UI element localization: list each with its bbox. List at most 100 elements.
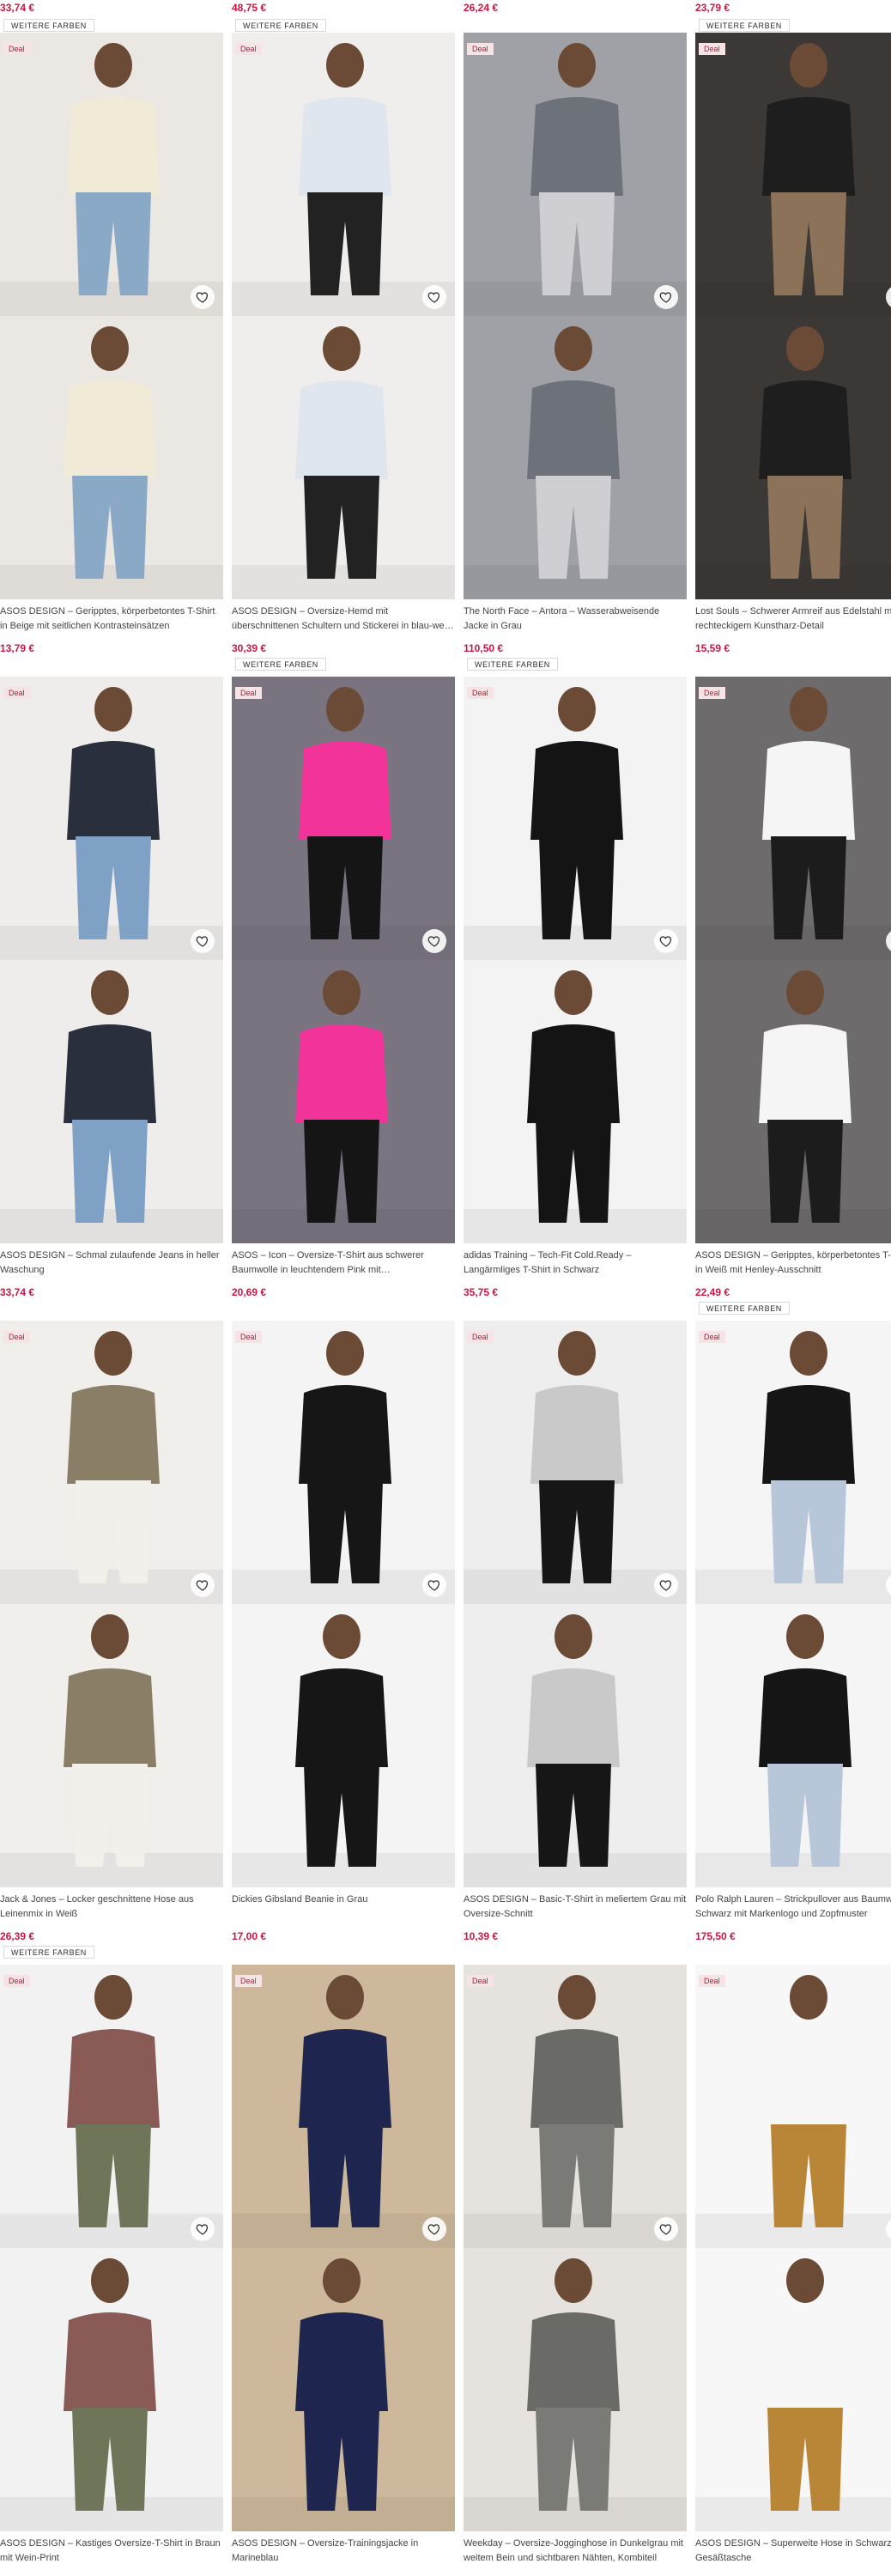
save-for-later-button[interactable]	[422, 1573, 446, 1597]
save-for-later-button[interactable]	[654, 929, 678, 953]
product-title[interactable]: ASOS DESIGN – Oversize-Trainingsjacke in…	[232, 2537, 455, 2566]
save-for-later-button[interactable]	[191, 929, 215, 953]
product-image[interactable]	[0, 1965, 223, 2248]
product-price: 33,74 €	[0, 2, 35, 14]
deal-badge: Deal	[235, 687, 262, 699]
heart-icon	[196, 292, 209, 303]
save-for-later-button[interactable]	[422, 285, 446, 309]
deal-badge: Deal	[467, 1975, 494, 1987]
heart-icon	[196, 1580, 209, 1591]
product-title[interactable]: The North Face – Antora – Wasserabweisen…	[464, 605, 687, 634]
product-image[interactable]	[0, 1321, 223, 1604]
product-card[interactable]: Deal ASOS DESIGN – Geripptes, körperbeton…	[695, 677, 891, 1321]
product-title[interactable]: adidas Training – Tech-Fit Cold.Ready – …	[464, 1249, 687, 1278]
product-card[interactable]: Deal ASOS DESIGN – Oversize-Hemd mit über…	[232, 33, 455, 677]
product-image-alt[interactable]	[464, 1604, 687, 1887]
product-card[interactable]: Deal Jack & Jones – Locker geschnittene H…	[0, 1321, 223, 1965]
product-image-alt[interactable]	[464, 960, 687, 1243]
product-image[interactable]	[0, 33, 223, 316]
product-image-alt[interactable]	[232, 2248, 455, 2531]
product-image-alt[interactable]	[0, 316, 223, 599]
product-title[interactable]: Lost Souls – Schwerer Armreif aus Edelst…	[695, 605, 891, 634]
product-card[interactable]: Deal ASOS DESIGN – Geripptes, körperbeton…	[0, 33, 223, 677]
product-image[interactable]	[695, 1965, 891, 2248]
product-title[interactable]: ASOS DESIGN – Superweite Hose in Schwarz…	[695, 2537, 891, 2566]
product-image-alt[interactable]	[695, 2248, 891, 2531]
product-price: 26,39 €	[0, 1930, 35, 1942]
save-for-later-button[interactable]	[654, 285, 678, 309]
product-price: 15,59 €	[695, 642, 730, 654]
product-image-alt[interactable]	[232, 1604, 455, 1887]
product-card[interactable]: Deal ASOS – Icon – Oversize-T-Shirt aus s…	[232, 677, 455, 1321]
product-price: 33,74 €	[0, 1286, 35, 1298]
product-image-alt[interactable]	[232, 960, 455, 1243]
save-for-later-button[interactable]	[422, 929, 446, 953]
product-image-alt[interactable]	[232, 316, 455, 599]
product-card[interactable]: Deal The North Face – Antora – Wasserabwe…	[464, 33, 687, 677]
product-title[interactable]: ASOS – Icon – Oversize-T-Shirt aus schwe…	[232, 1249, 455, 1278]
product-image[interactable]	[232, 677, 455, 960]
product-image[interactable]	[464, 33, 687, 316]
save-for-later-button[interactable]	[654, 1573, 678, 1597]
product-image[interactable]	[232, 1965, 455, 2248]
more-colors-tag: WEITERE FARBEN	[699, 1302, 790, 1315]
top-row: 33,74 € WEITERE FARBEN 48,75 € WEITERE F…	[0, 0, 891, 33]
product-image[interactable]	[695, 1321, 891, 1604]
product-title[interactable]: ASOS DESIGN – Geripptes, körperbetontes …	[695, 1249, 891, 1278]
product-image[interactable]	[232, 1321, 455, 1604]
product-image-alt[interactable]	[464, 316, 687, 599]
product-grid: 33,74 € WEITERE FARBEN 48,75 € WEITERE F…	[0, 0, 891, 2576]
save-for-later-button[interactable]	[191, 2217, 215, 2241]
product-title[interactable]: ASOS DESIGN – Oversize-Hemd mit überschn…	[232, 605, 455, 634]
more-colors-tag: WEITERE FARBEN	[3, 19, 94, 32]
product-price: 20,69 €	[232, 1286, 267, 1298]
product-image[interactable]	[695, 677, 891, 960]
product-card[interactable]: Deal ASOS DESIGN – Kastiges Oversize-T-Sh…	[0, 1965, 223, 2576]
product-card[interactable]: Deal Dickies Gibsland Beanie in Grau 17,00…	[232, 1321, 455, 1965]
save-for-later-button[interactable]	[191, 285, 215, 309]
save-for-later-button[interactable]	[422, 2217, 446, 2241]
heart-icon	[659, 292, 672, 303]
product-card[interactable]: Deal adidas Training – Tech-Fit Cold.Read…	[464, 677, 687, 1321]
product-title[interactable]: Jack & Jones – Locker geschnittene Hose …	[0, 1893, 223, 1922]
product-card[interactable]: Deal ASOS DESIGN – Basic-T-Shirt in melie…	[464, 1321, 687, 1965]
product-price: 26,24 €	[464, 2, 499, 14]
product-price: 17,00 €	[232, 1930, 267, 1942]
deal-badge: Deal	[467, 43, 494, 55]
deal-badge: Deal	[3, 1975, 30, 1987]
product-image[interactable]	[464, 1321, 687, 1604]
product-card[interactable]: Deal ASOS DESIGN – Superweite Hose in Sch…	[695, 1965, 891, 2576]
product-title[interactable]: ASOS DESIGN – Geripptes, körperbetontes …	[0, 605, 223, 634]
heart-icon	[427, 2224, 440, 2235]
product-card[interactable]: Deal Polo Ralph Lauren – Strickpullover a…	[695, 1321, 891, 1965]
product-price: 175,50 €	[695, 1930, 736, 1942]
more-colors-tag: WEITERE FARBEN	[3, 1946, 94, 1959]
product-image-alt[interactable]	[464, 2248, 687, 2531]
save-for-later-button[interactable]	[654, 2217, 678, 2241]
product-title[interactable]: ASOS DESIGN – Basic-T-Shirt in meliertem…	[464, 1893, 687, 1922]
product-image[interactable]	[0, 677, 223, 960]
save-for-later-button[interactable]	[191, 1573, 215, 1597]
product-image-alt[interactable]	[0, 1604, 223, 1887]
product-image[interactable]	[695, 33, 891, 316]
product-price: 30,39 €	[232, 642, 267, 654]
product-card[interactable]: Deal ASOS DESIGN – Schmal zulaufende Jean…	[0, 677, 223, 1321]
product-title[interactable]: ASOS DESIGN – Kastiges Oversize-T-Shirt …	[0, 2537, 223, 2566]
product-image-alt[interactable]	[0, 2248, 223, 2531]
product-card[interactable]: Deal Lost Souls – Schwerer Armreif aus Ed…	[695, 33, 891, 677]
product-card[interactable]: Deal ASOS DESIGN – Oversize-Trainingsjack…	[232, 1965, 455, 2576]
product-image[interactable]	[232, 33, 455, 316]
product-card[interactable]: Deal Weekday – Oversize-Jogginghose in Du…	[464, 1965, 687, 2576]
product-title[interactable]: Polo Ralph Lauren – Strickpullover aus B…	[695, 1893, 891, 1922]
heart-icon	[427, 1580, 440, 1591]
product-image[interactable]	[464, 1965, 687, 2248]
product-image-alt[interactable]	[0, 960, 223, 1243]
product-image-alt[interactable]	[695, 960, 891, 1243]
product-image-alt[interactable]	[695, 1604, 891, 1887]
product-image[interactable]	[464, 677, 687, 960]
product-title[interactable]: ASOS DESIGN – Schmal zulaufende Jeans in…	[0, 1249, 223, 1278]
deal-badge: Deal	[3, 43, 30, 55]
product-title[interactable]: Dickies Gibsland Beanie in Grau	[232, 1893, 455, 1922]
product-image-alt[interactable]	[695, 316, 891, 599]
product-title[interactable]: Weekday – Oversize-Jogginghose in Dunkel…	[464, 2537, 687, 2566]
